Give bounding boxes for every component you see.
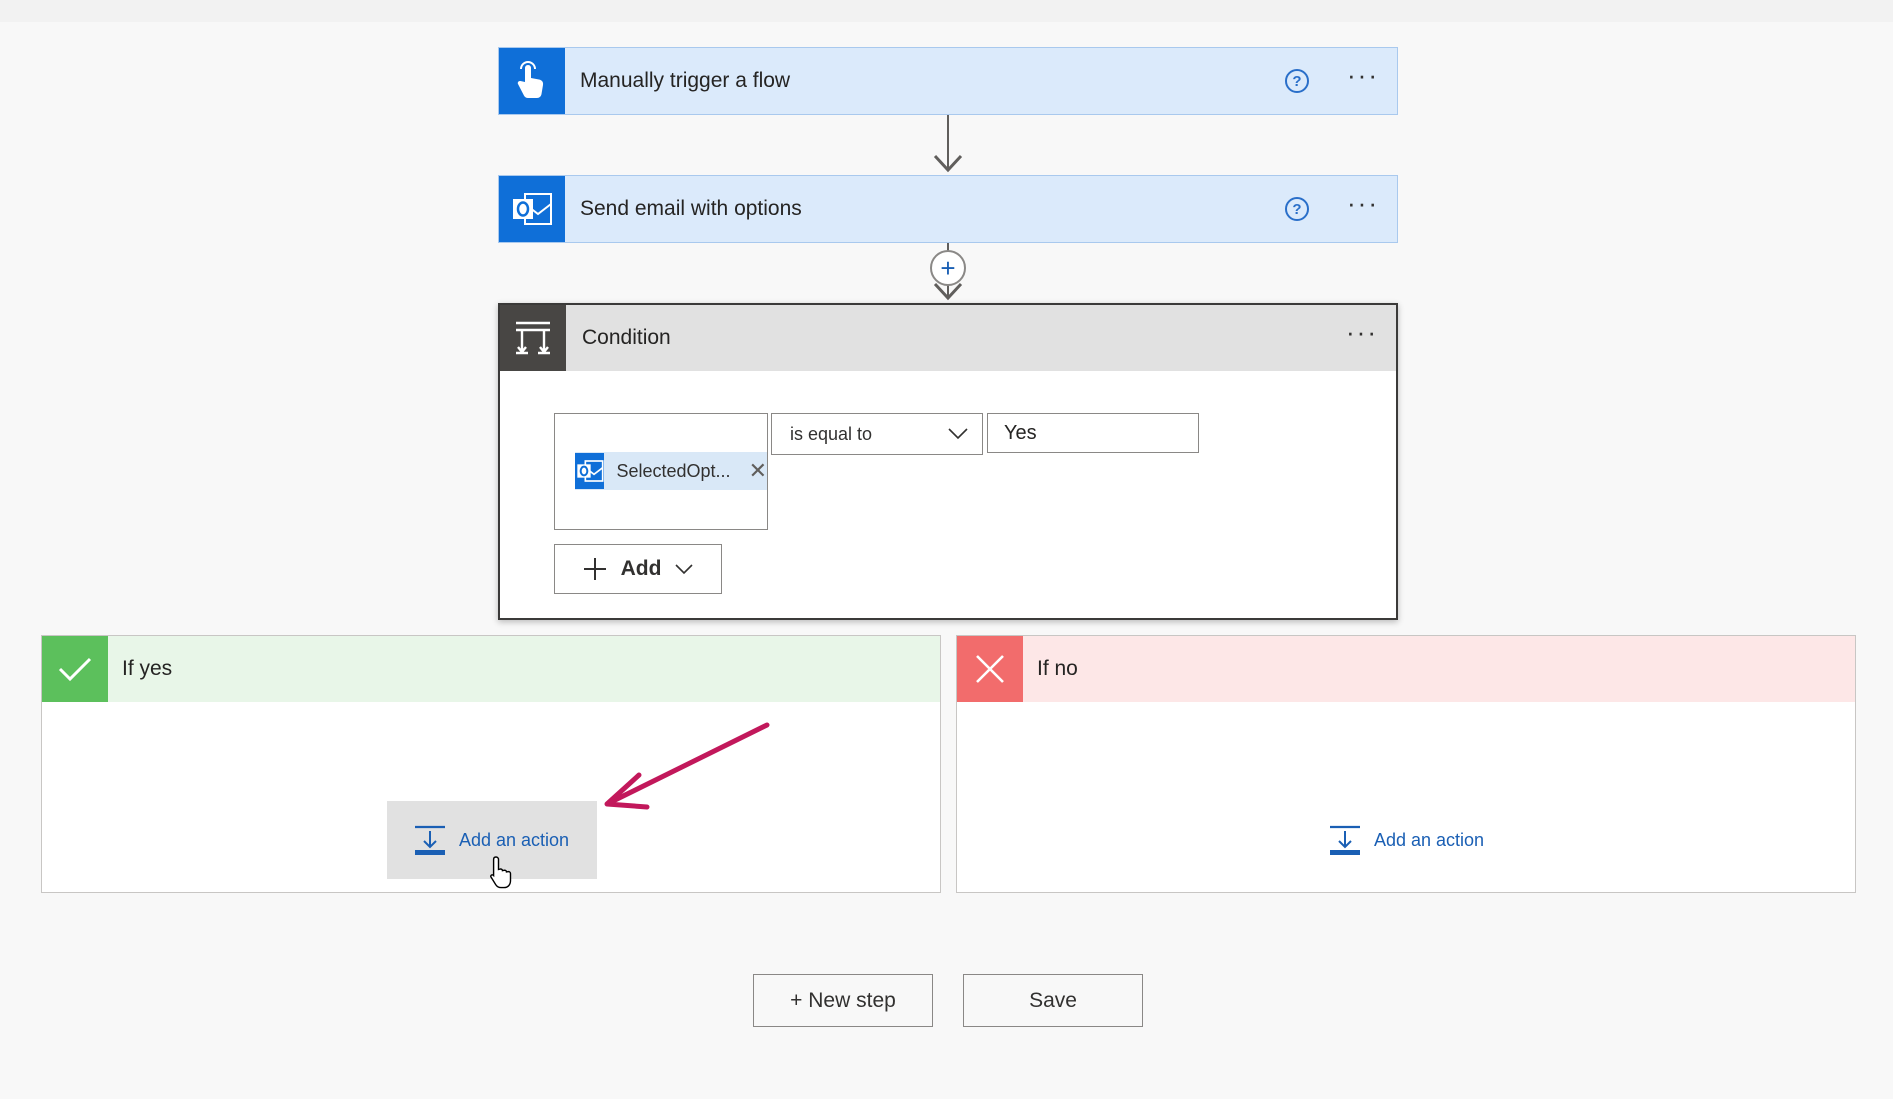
add-action-icon xyxy=(414,825,445,855)
branch-if-yes: If yes Add an action xyxy=(41,635,941,893)
add-condition-button[interactable]: Add xyxy=(554,544,722,594)
condition-title: Condition xyxy=(582,326,671,349)
operator-dropdown[interactable]: is equal to xyxy=(771,413,983,455)
step-send-email[interactable]: Send email with options ? ··· xyxy=(498,175,1398,243)
add-action-label: Add an action xyxy=(1373,829,1485,850)
hand-cursor-icon xyxy=(490,856,512,889)
outlook-icon xyxy=(575,453,605,489)
outlook-icon xyxy=(499,176,565,242)
help-icon[interactable]: ? xyxy=(1285,69,1310,93)
token-label: SelectedOpt... xyxy=(616,460,731,481)
condition-card[interactable]: Condition ··· SelectedOpt... ✕ is equal … xyxy=(498,303,1398,620)
step-manual-trigger[interactable]: Manually trigger a flow ? ··· xyxy=(498,47,1398,115)
chevron-down-icon xyxy=(675,563,693,574)
add-an-action-button[interactable]: Add an action xyxy=(1302,801,1512,879)
help-icon[interactable]: ? xyxy=(1285,197,1310,221)
operator-value: is equal to xyxy=(790,423,873,444)
chevron-down-icon xyxy=(948,428,968,440)
condition-header[interactable]: Condition ··· xyxy=(500,305,1396,371)
top-bar xyxy=(0,0,1893,22)
plus-icon xyxy=(583,558,606,580)
more-options-icon[interactable]: ··· xyxy=(1346,319,1378,349)
remove-token-icon[interactable]: ✕ xyxy=(749,458,767,484)
add-action-label: Add an action xyxy=(458,829,570,850)
save-button[interactable]: Save xyxy=(963,974,1143,1027)
condition-right-value-input[interactable]: Yes xyxy=(987,413,1199,453)
branch-if-no: If no Add an action xyxy=(956,635,1856,893)
step-title: Manually trigger a flow xyxy=(580,69,791,92)
arrow-down-icon xyxy=(933,154,963,173)
close-icon xyxy=(957,636,1023,702)
add-button-label: Add xyxy=(620,557,662,580)
step-title: Send email with options xyxy=(580,197,802,220)
branch-header[interactable]: If no xyxy=(957,636,1855,702)
checkmark-icon xyxy=(42,636,108,702)
annotation-arrow-icon xyxy=(604,722,770,810)
branch-label: If yes xyxy=(122,657,173,680)
arrow-down-icon xyxy=(933,282,963,301)
more-options-icon[interactable]: ··· xyxy=(1347,190,1379,220)
touch-hand-icon xyxy=(499,48,565,114)
branch-header[interactable]: If yes xyxy=(42,636,940,702)
branch-label: If no xyxy=(1037,657,1078,680)
condition-left-operand[interactable]: SelectedOpt... ✕ xyxy=(554,413,768,530)
more-options-icon[interactable]: ··· xyxy=(1347,62,1379,92)
add-action-icon xyxy=(1329,825,1360,855)
new-step-button[interactable]: + New step xyxy=(753,974,933,1027)
dynamic-content-token[interactable]: SelectedOpt... ✕ xyxy=(575,452,767,490)
condition-icon xyxy=(500,305,566,371)
